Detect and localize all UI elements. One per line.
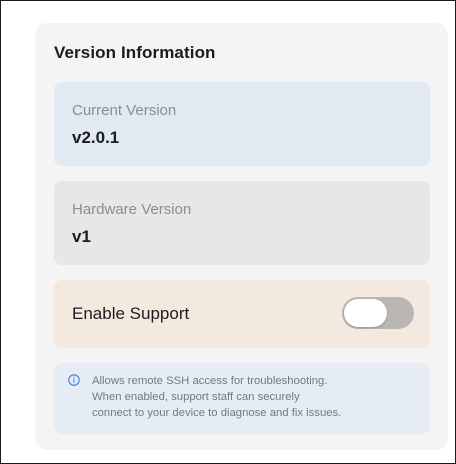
current-version-tile: Current Version v2.0.1 <box>54 82 430 166</box>
support-info-box: Allows remote SSH access for troubleshoo… <box>54 363 430 434</box>
support-info-text: Allows remote SSH access for troubleshoo… <box>92 373 424 421</box>
hardware-version-label: Hardware Version <box>72 201 192 218</box>
enable-support-toggle[interactable] <box>342 297 414 329</box>
version-info-card: Version Information Current Version v2.0… <box>35 23 448 450</box>
info-circle-icon <box>68 374 80 386</box>
window-frame: Version Information Current Version v2.0… <box>0 0 456 464</box>
current-version-value: v2.0.1 <box>72 128 120 147</box>
info-line: Allows remote SSH access for troubleshoo… <box>92 375 328 387</box>
hardware-version-value: v1 <box>72 227 91 246</box>
enable-support-label: Enable Support <box>72 304 190 323</box>
hardware-version-tile: Hardware Version v1 <box>54 181 430 265</box>
info-line: connect to your device to diagnose and f… <box>92 407 342 419</box>
toggle-knob <box>344 299 387 327</box>
enable-support-row: Enable Support <box>54 280 430 348</box>
info-line: When enabled, support staff can securely <box>92 391 300 403</box>
current-version-label: Current Version <box>72 102 177 119</box>
section-title: Version Information <box>54 43 216 62</box>
